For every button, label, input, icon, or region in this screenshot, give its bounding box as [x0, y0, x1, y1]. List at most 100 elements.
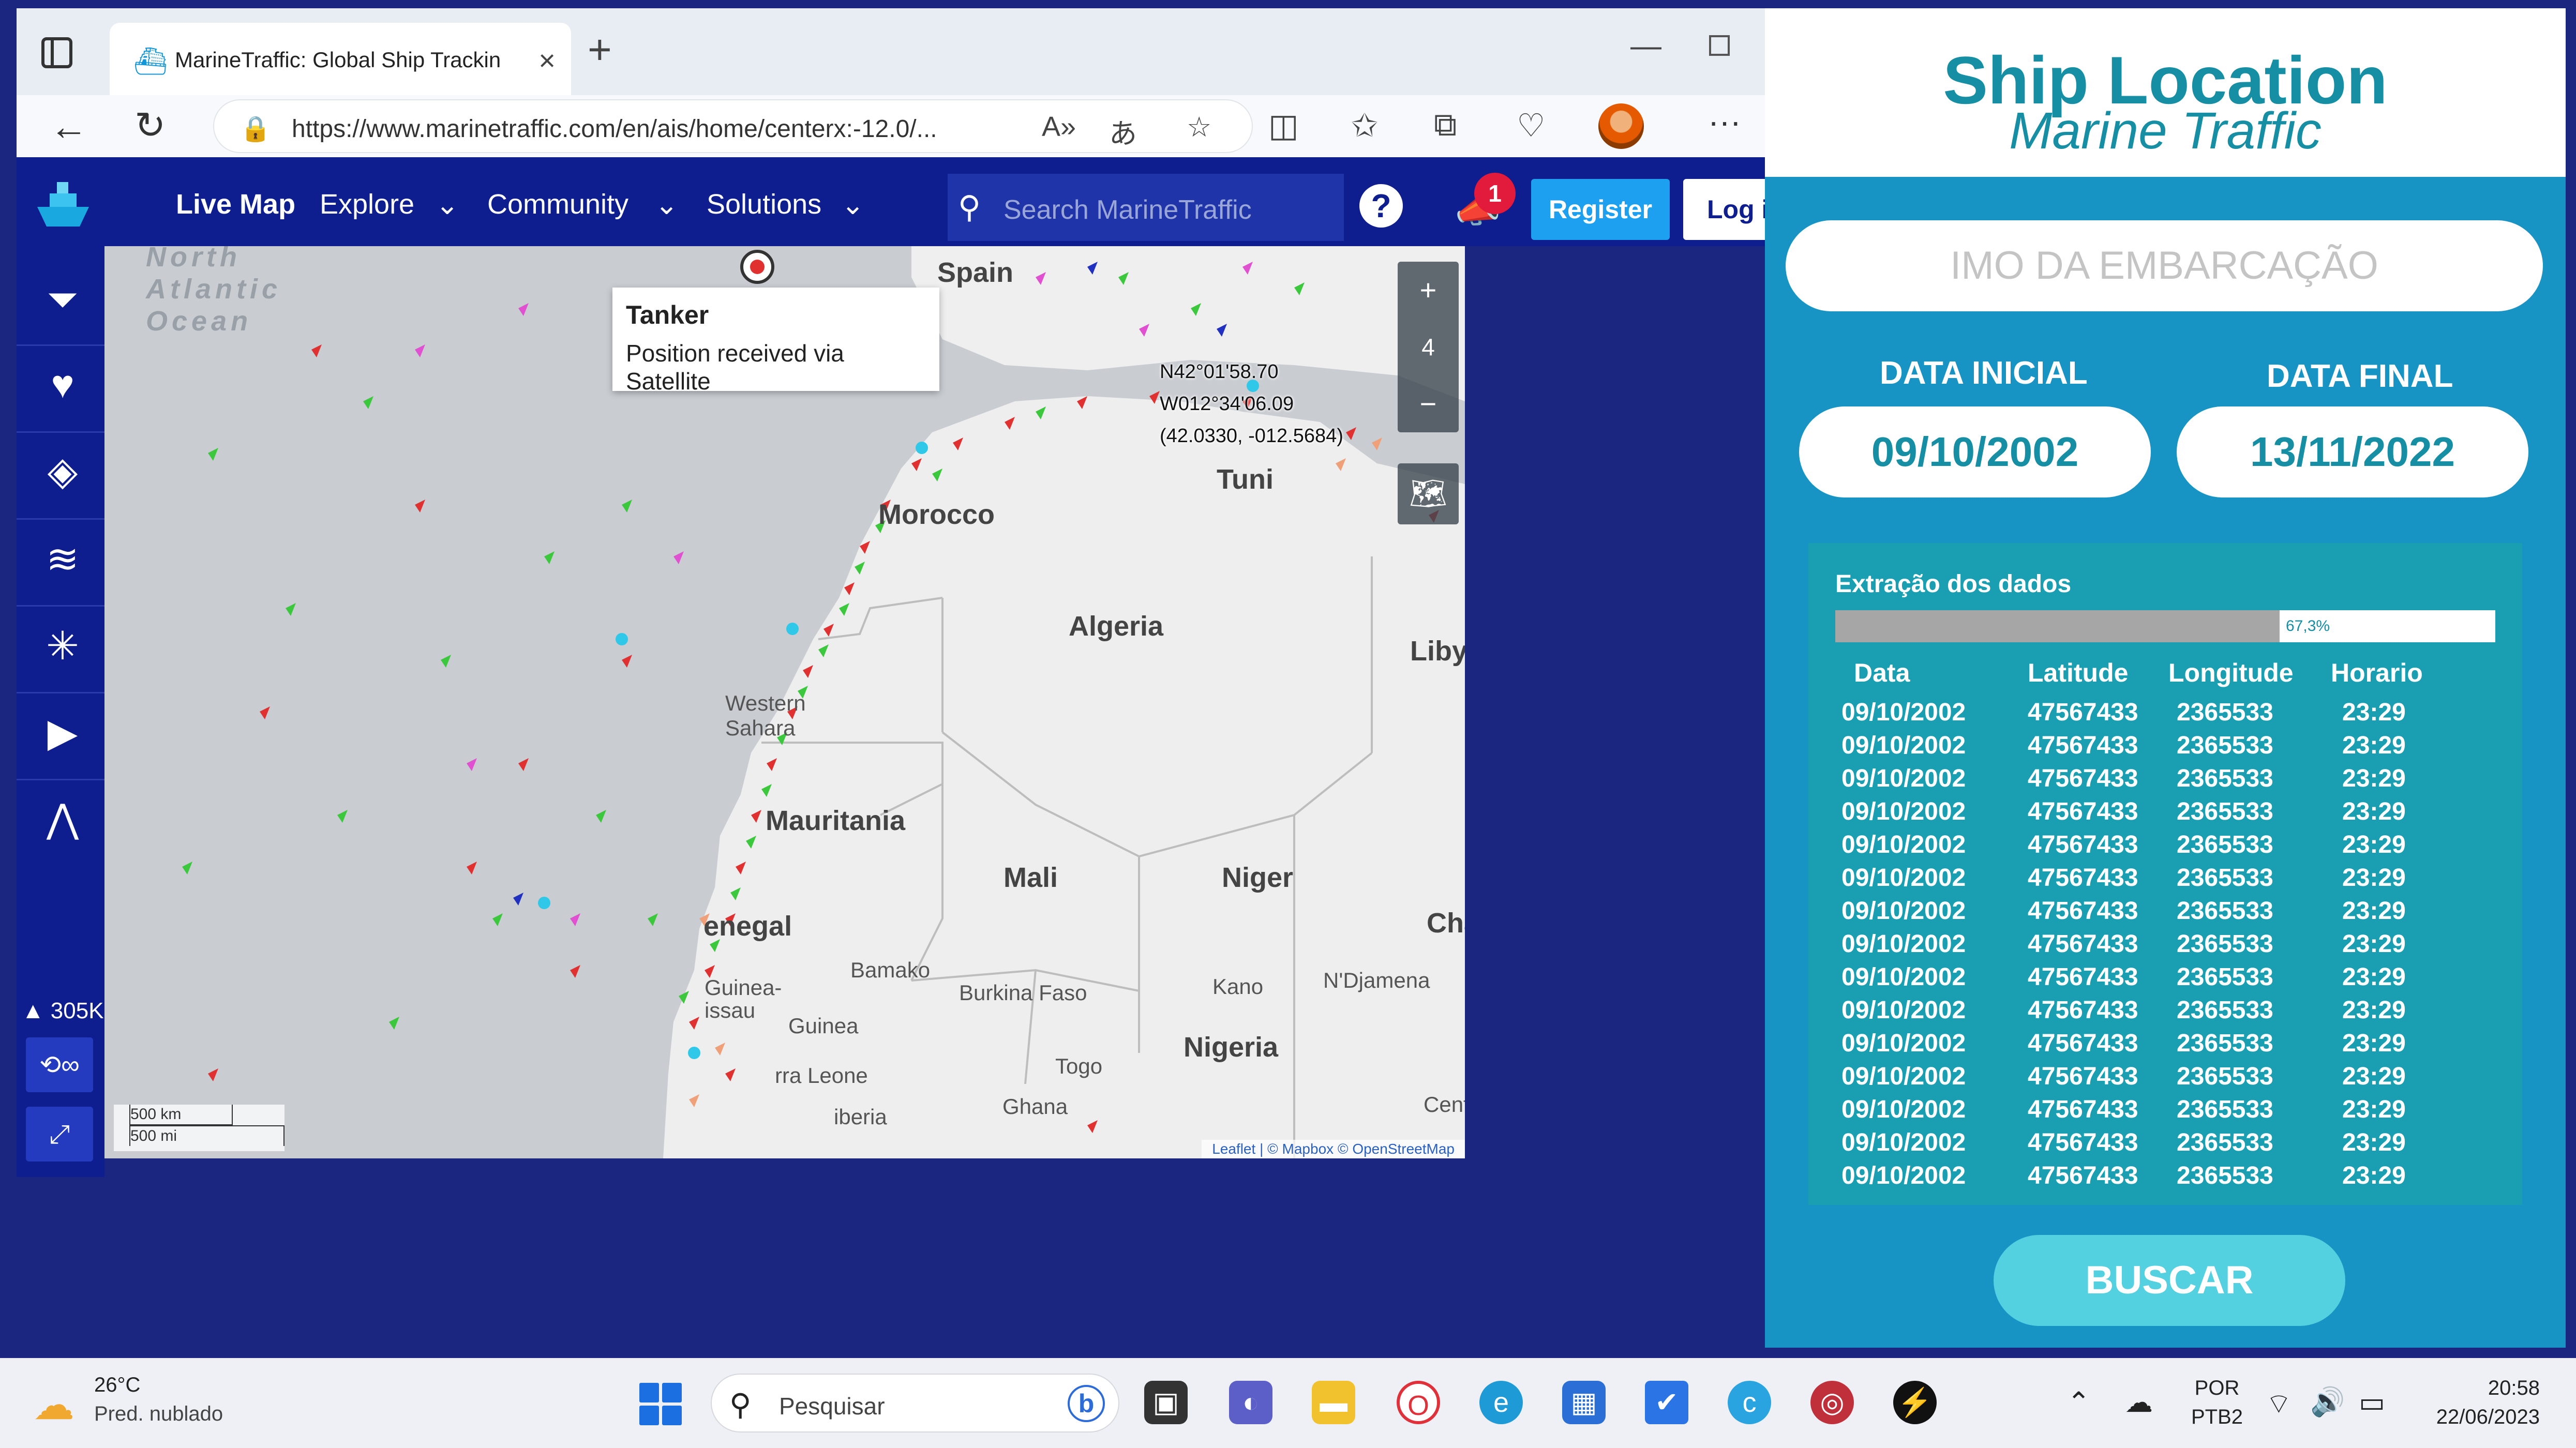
start-button-icon[interactable]	[639, 1383, 682, 1425]
opera-icon[interactable]: O	[1397, 1381, 1440, 1424]
zoom-out-button[interactable]: −	[1398, 375, 1459, 432]
close-tab-icon[interactable]: ×	[538, 43, 556, 77]
chevron-down-icon[interactable]: ⌄	[841, 188, 864, 221]
cell-horario: 23:29	[2342, 798, 2406, 825]
utility-app-icon[interactable]: ⚡	[1893, 1381, 1937, 1424]
end-date-field[interactable]: 13/11/2022	[2177, 406, 2528, 497]
volume-icon[interactable]: 🔊	[2310, 1386, 2345, 1419]
cloud-sun-icon[interactable]: ☁	[33, 1381, 74, 1429]
col-data: Data	[1854, 658, 1910, 687]
todo-icon[interactable]: ✔	[1645, 1381, 1688, 1424]
chevron-down-icon[interactable]: ⌄	[655, 188, 678, 221]
table-row: 09/10/2002 47567433 2365533 23:29	[1808, 831, 2522, 864]
map-toolbar: ⏷ ♥ ◈ ≋ ✳ ▶ ⋀ ▲ 305K ⟲∞ ⤢	[17, 246, 104, 1177]
lock-icon[interactable]: 🔒	[240, 114, 271, 143]
map-scale: 500 km 500 mi	[114, 1105, 284, 1151]
store-icon[interactable]: ▦	[1562, 1381, 1606, 1424]
routes-icon[interactable]: ⋀	[39, 795, 86, 841]
more-menu-icon[interactable]: ···	[1708, 102, 1741, 141]
translate-icon[interactable]: あ	[1109, 111, 1137, 152]
buscar-button[interactable]: BUSCAR	[1994, 1235, 2345, 1326]
taskbar-search-text[interactable]: Pesquisar	[779, 1392, 885, 1420]
system-clock[interactable]: 20:58 22/06/2023	[2421, 1374, 2540, 1431]
clock-date: 22/06/2023	[2436, 1406, 2540, 1428]
vessel-tooltip: Tanker Position received via Satellite	[612, 288, 939, 395]
url-text[interactable]: https://www.marinetraffic.com/en/ais/hom…	[292, 115, 1006, 143]
read-aloud-icon[interactable]: A»	[1042, 111, 1076, 143]
marinetraffic-logo-icon[interactable]	[32, 175, 94, 232]
onedrive-cloud-icon[interactable]: ☁	[2125, 1386, 2153, 1419]
imo-input[interactable]: IMO DA EMBARCAÇÃO	[1786, 220, 2543, 311]
marinetraffic-favicon-icon: ⛴	[133, 47, 168, 77]
search-box[interactable]: ⚲ Search MarineTraffic	[948, 174, 1344, 241]
cortana-icon[interactable]: c	[1728, 1381, 1771, 1424]
map-layers-icon[interactable]: 🗺	[1398, 463, 1459, 524]
minimize-icon[interactable]: —	[1630, 28, 1661, 64]
nav-community[interactable]: Community	[487, 188, 628, 220]
profile-avatar[interactable]	[1598, 103, 1644, 149]
cell-latitude: 47567433	[2028, 798, 2138, 825]
map-attribution[interactable]: Leaflet | © Mapbox © OpenStreetMap	[1202, 1140, 1465, 1158]
collections-icon[interactable]: ⧉	[1434, 107, 1457, 144]
url-field[interactable]: 🔒 https://www.marinetraffic.com/en/ais/h…	[213, 99, 1253, 153]
filter-icon[interactable]: ⏷	[39, 277, 86, 323]
table-row: 09/10/2002 47567433 2365533 23:29	[1808, 698, 2522, 731]
tab-actions-icon[interactable]	[41, 37, 72, 68]
register-button[interactable]: Register	[1531, 179, 1670, 240]
weather-status[interactable]: Pred. nublado	[94, 1402, 223, 1426]
maximize-icon[interactable]	[1709, 35, 1730, 56]
task-view-icon[interactable]: ▣	[1144, 1381, 1188, 1424]
split-screen-icon[interactable]: ◫	[1268, 107, 1299, 144]
cell-latitude: 47567433	[2028, 897, 2138, 925]
chevron-down-icon[interactable]: ⌄	[436, 188, 459, 221]
favorites-icon[interactable]: ✩	[1351, 107, 1378, 144]
help-button[interactable]: ?	[1359, 184, 1403, 228]
active-tab[interactable]: ⛴ MarineTraffic: Global Ship Trackin ×	[110, 23, 571, 95]
browser-essentials-icon[interactable]: ♡	[1517, 107, 1546, 144]
nav-explore[interactable]: Explore	[320, 188, 414, 220]
table-row: 09/10/2002 47567433 2365533 23:29	[1808, 1128, 2522, 1162]
refresh-loop-button[interactable]: ⟲∞	[26, 1037, 93, 1092]
divider	[17, 518, 104, 520]
map-label-morocco: Morocco	[878, 499, 995, 530]
map-label-niger: Niger	[1222, 862, 1294, 893]
reload-icon[interactable]: ↻	[134, 103, 166, 147]
play-icon[interactable]: ▶	[39, 710, 86, 756]
map-label-sierra-leone: rra Leone	[775, 1063, 868, 1088]
weather-wind-icon[interactable]: ≋	[39, 536, 86, 582]
cell-horario: 23:29	[2342, 864, 2406, 892]
map-label-burkina: Burkina Faso	[959, 981, 1087, 1005]
start-date-field[interactable]: 09/10/2002	[1799, 406, 2151, 497]
zoom-level: 4	[1421, 334, 1435, 360]
back-icon[interactable]: ←	[50, 104, 88, 148]
cell-data: 09/10/2002	[1841, 1063, 1966, 1090]
fullscreen-icon[interactable]: ⤢	[26, 1107, 93, 1162]
zoom-in-button[interactable]: +	[1398, 262, 1459, 319]
teams-chat-icon[interactable]: ◐	[1229, 1381, 1272, 1424]
taskbar-search[interactable]: ⚲ Pesquisar b	[711, 1374, 1119, 1432]
wifi-icon[interactable]: ⌔	[2266, 1386, 2292, 1421]
nav-live-map[interactable]: Live Map	[176, 188, 295, 220]
edge-icon[interactable]: e	[1479, 1381, 1523, 1424]
chevron-up-icon[interactable]: ⌃	[2067, 1386, 2090, 1419]
favorite-star-icon[interactable]: ☆	[1187, 111, 1211, 143]
new-tab-icon[interactable]: +	[588, 29, 612, 70]
camera-app-icon[interactable]: ◎	[1810, 1381, 1854, 1424]
measure-icon[interactable]: ✳	[39, 623, 86, 669]
cell-longitude: 2365533	[2177, 864, 2273, 892]
desktop: ⛴ MarineTraffic: Global Ship Trackin × +…	[0, 0, 2576, 1448]
file-explorer-icon[interactable]: ▬	[1312, 1381, 1355, 1424]
bing-icon[interactable]: b	[1068, 1385, 1105, 1422]
live-map[interactable]: North Atlantic Ocean Spain Morocco Alger…	[104, 246, 1465, 1158]
cell-latitude: 47567433	[2028, 1096, 2138, 1123]
cell-data: 09/10/2002	[1841, 963, 1966, 991]
divider	[17, 431, 104, 433]
battery-icon[interactable]: ▭	[2359, 1386, 2385, 1419]
language-indicator[interactable]: POR PTB2	[2191, 1374, 2243, 1431]
search-placeholder[interactable]: Search MarineTraffic	[1004, 194, 1252, 225]
nav-solutions[interactable]: Solutions	[707, 188, 821, 220]
map-label-kano: Kano	[1212, 974, 1264, 999]
heart-icon[interactable]: ♥	[39, 362, 86, 407]
weather-temp[interactable]: 26°C	[94, 1374, 140, 1397]
layers-icon[interactable]: ◈	[39, 448, 86, 494]
